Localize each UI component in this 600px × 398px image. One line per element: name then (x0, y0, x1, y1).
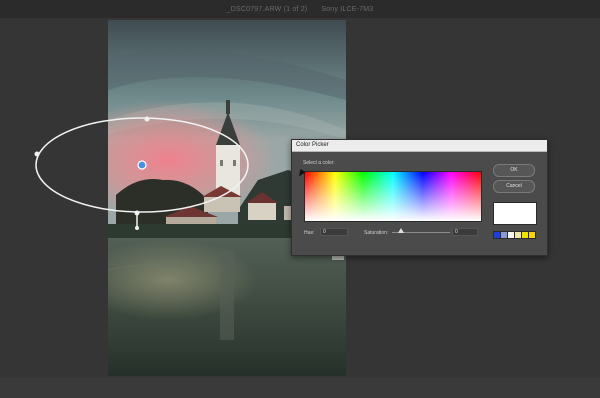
color-picker-dialog: Color Picker Select a color: OK Cancel H… (291, 139, 548, 256)
window-title-bar: _DSC0797.ARW (1 of 2) Sony ILCE-7M3 (0, 0, 600, 18)
dialog-title-bar[interactable]: Color Picker (292, 140, 547, 152)
color-spectrum-field[interactable] (304, 171, 482, 222)
recent-swatch[interactable] (528, 231, 536, 239)
ok-button[interactable]: OK (493, 164, 535, 177)
mask-handle-top[interactable] (144, 116, 150, 122)
mask-feather-handle[interactable] (135, 226, 139, 230)
selected-color-swatch (493, 202, 537, 225)
mask-handle-left[interactable] (34, 151, 40, 157)
mask-handle-bottom[interactable] (134, 210, 140, 216)
hue-label: Hue: (304, 230, 315, 236)
hue-input[interactable] (320, 228, 348, 236)
file-name: _DSC0797.ARW (1 of 2) (226, 5, 308, 13)
saturation-input[interactable] (452, 228, 478, 236)
select-color-label: Select a color: (303, 160, 335, 166)
mask-center-pin[interactable] (137, 160, 147, 170)
cancel-button[interactable]: Cancel (493, 180, 535, 193)
camera-model: Sony ILCE-7M3 (321, 5, 374, 13)
saturation-slider-thumb[interactable] (398, 228, 404, 233)
filmstrip-bar (0, 378, 600, 398)
saturation-label: Saturation: (364, 230, 389, 236)
